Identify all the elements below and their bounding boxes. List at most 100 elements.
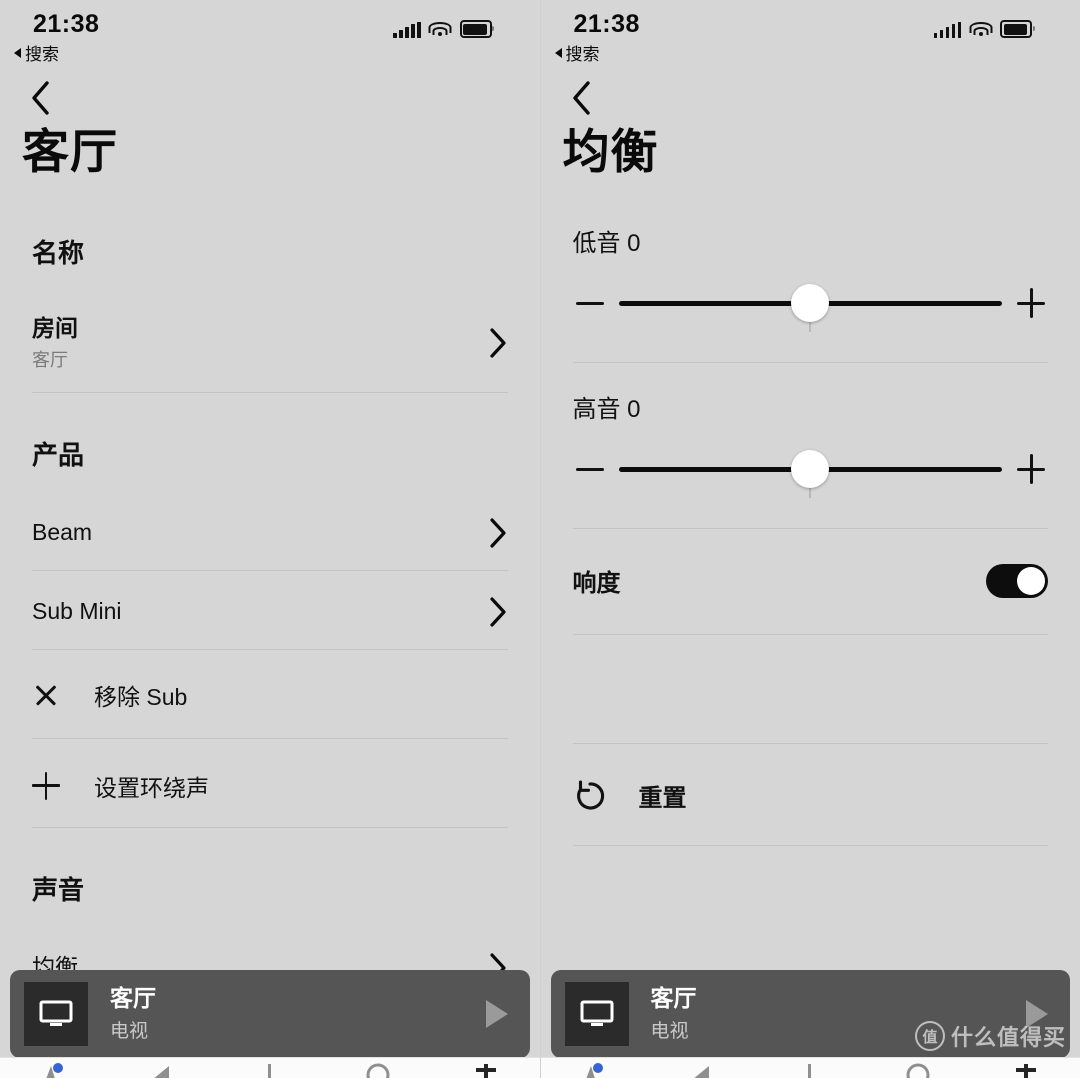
status-icons <box>393 20 494 38</box>
back-to-search-label: 搜索 <box>565 45 600 64</box>
tab-library[interactable] <box>756 1058 864 1078</box>
treble-slider-row[interactable] <box>573 446 1049 498</box>
dual-screenshot-container: 21:38 搜索 客厅 名称 房间 客厅 产品 Beam Sub Mini 移除… <box>0 0 1080 1078</box>
left-content-list: 名称 房间 客厅 产品 Beam Sub Mini 移除 Sub 设置环绕声 声… <box>0 205 540 1078</box>
tab-search[interactable] <box>108 1058 216 1078</box>
row-remove-sub[interactable]: 移除 Sub <box>32 678 508 712</box>
row-room-title: 房间 <box>32 315 78 341</box>
plus-icon[interactable] <box>1014 452 1048 486</box>
play-icon[interactable] <box>1026 1000 1048 1028</box>
tab-search[interactable] <box>648 1058 756 1078</box>
loudness-toggle[interactable] <box>986 563 1048 598</box>
now-playing-text: 客厅 电视 <box>110 985 486 1043</box>
tab-browse[interactable] <box>324 1058 432 1078</box>
search-icon <box>154 1066 169 1078</box>
minus-icon[interactable] <box>573 286 607 320</box>
status-clock: 21:38 <box>573 10 640 38</box>
browse-icon <box>366 1063 390 1078</box>
reset-label: 重置 <box>638 785 687 812</box>
section-heading-name: 名称 <box>32 238 85 268</box>
battery-icon <box>459 20 494 38</box>
close-x-icon <box>32 681 60 709</box>
row-setup-surround[interactable]: 设置环绕声 <box>32 769 508 803</box>
back-to-search-link[interactable]: 搜索 <box>554 40 600 65</box>
signal-bars-icon <box>393 22 421 38</box>
divider <box>572 634 1048 635</box>
nav-back-button-left[interactable] <box>20 78 60 118</box>
reset-arrow-icon <box>576 779 604 810</box>
divider <box>572 528 1048 529</box>
loudness-row[interactable]: 响度 <box>573 563 1048 598</box>
now-playing-subtitle: 电视 <box>110 1020 149 1042</box>
setup-surround-label: 设置环绕声 <box>94 774 209 801</box>
settings-icon <box>1016 1064 1037 1078</box>
tab-browse[interactable] <box>864 1058 972 1078</box>
page-title-left: 客厅 <box>22 125 118 178</box>
tab-home[interactable] <box>0 1058 108 1078</box>
back-to-search-link[interactable]: 搜索 <box>14 40 59 65</box>
status-icons <box>933 20 1035 38</box>
chevron-left-icon <box>32 81 49 115</box>
tab-settings[interactable] <box>432 1058 540 1078</box>
settings-icon <box>475 1064 496 1078</box>
divider <box>32 648 508 650</box>
now-playing-title: 客厅 <box>650 985 697 1012</box>
treble-slider-thumb[interactable] <box>791 450 830 488</box>
minus-icon[interactable] <box>573 452 607 486</box>
bass-label: 低音 0 <box>572 230 641 257</box>
divider <box>32 826 508 828</box>
divider <box>572 845 1048 846</box>
row-room[interactable]: 房间 客厅 <box>32 314 508 372</box>
divider <box>32 737 508 739</box>
status-bar-left: 21:38 <box>0 0 540 46</box>
plus-icon[interactable] <box>1014 286 1048 320</box>
tab-library[interactable] <box>216 1058 324 1078</box>
now-playing-text: 客厅 电视 <box>651 985 1027 1043</box>
status-bar-right: 21:38 <box>541 0 1080 46</box>
treble-label: 高音 0 <box>572 396 641 423</box>
row-room-subtitle: 客厅 <box>32 349 68 370</box>
now-playing-bar-left[interactable]: 客厅 电视 <box>10 970 530 1058</box>
remove-sub-label: 移除 Sub <box>94 683 188 710</box>
now-playing-artwork <box>24 982 88 1046</box>
wifi-icon <box>969 22 992 38</box>
bass-slider-row[interactable] <box>573 280 1049 332</box>
treble-slider-track[interactable] <box>618 446 1002 498</box>
bass-slider-track[interactable] <box>618 280 1002 332</box>
divider <box>572 743 1048 744</box>
search-icon <box>694 1066 710 1078</box>
library-icon <box>808 1064 812 1078</box>
now-playing-artwork <box>564 982 629 1046</box>
plus-icon <box>32 771 60 800</box>
left-screenshot-room-settings: 21:38 搜索 客厅 名称 房间 客厅 产品 Beam Sub Mini 移除… <box>0 0 540 1078</box>
eq-content: 低音 0 高音 0 响度 重置 <box>541 205 1080 1078</box>
tv-icon <box>39 1000 73 1026</box>
toggle-knob <box>1017 566 1045 595</box>
divider <box>32 391 508 393</box>
home-icon <box>46 1063 63 1078</box>
home-icon <box>586 1063 604 1078</box>
play-icon[interactable] <box>485 1000 508 1028</box>
slider-group-bass: 低音 0 <box>572 223 1049 332</box>
right-screenshot-eq: 21:38 搜索 均衡 低音 0 高音 0 响度 重置 客厅 电视 值 什么值得… <box>539 0 1080 1078</box>
page-title-right: 均衡 <box>562 125 659 178</box>
slider-group-treble: 高音 0 <box>572 389 1049 498</box>
divider <box>572 362 1048 363</box>
nav-back-button-right[interactable] <box>561 78 601 118</box>
reset-row[interactable]: 重置 <box>573 778 1049 813</box>
chevron-right-icon <box>489 328 506 358</box>
wifi-icon <box>428 22 452 38</box>
chevron-right-icon <box>489 597 506 627</box>
divider <box>32 569 508 571</box>
tab-settings[interactable] <box>972 1058 1080 1078</box>
bass-slider-thumb[interactable] <box>791 284 830 322</box>
status-clock: 21:38 <box>33 10 100 38</box>
back-triangle-icon <box>554 47 562 58</box>
now-playing-subtitle: 电视 <box>650 1020 689 1042</box>
now-playing-bar-right[interactable]: 客厅 电视 <box>550 970 1070 1058</box>
tab-home[interactable] <box>541 1058 649 1078</box>
row-product-beam[interactable]: Beam <box>32 518 508 548</box>
row-beam-label: Beam <box>32 519 93 546</box>
section-heading-sound: 声音 <box>32 874 85 905</box>
row-product-sub-mini[interactable]: Sub Mini <box>32 597 508 627</box>
